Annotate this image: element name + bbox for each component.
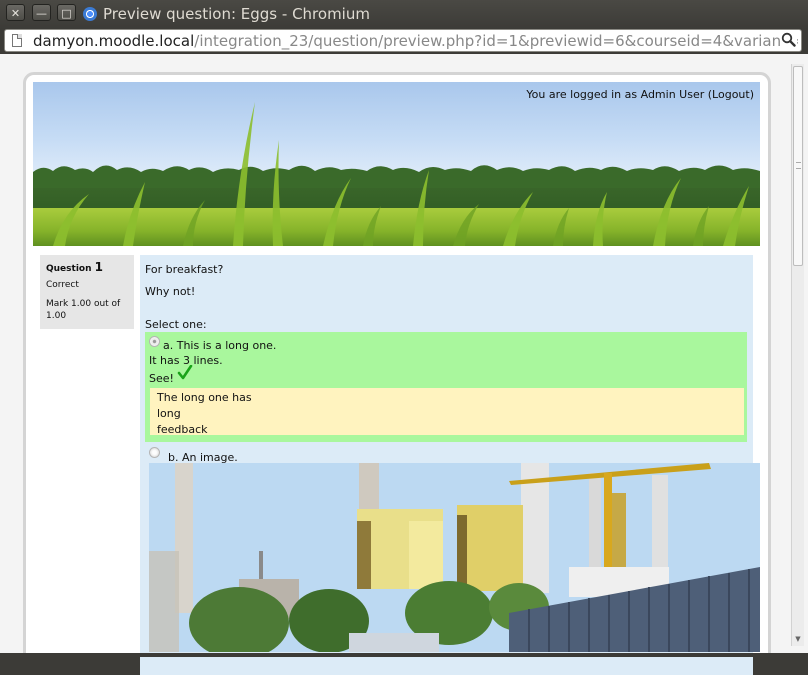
logout-link[interactable]: (Logout)	[708, 88, 754, 101]
window-titlebar: ✕ — □ Preview question: Eggs - Chromium	[0, 0, 808, 29]
question-text: For breakfast?	[145, 263, 224, 276]
select-one-prompt: Select one:	[145, 318, 207, 331]
address-bar[interactable]: damyon.moodle.local/integration_23/quest…	[4, 29, 802, 52]
scroll-down-arrow-icon[interactable]: ▼	[793, 634, 803, 644]
feedback-line-2: long	[157, 407, 181, 420]
chromium-icon	[83, 7, 97, 21]
answer-b-image	[149, 463, 760, 652]
window-title: Preview question: Eggs - Chromium	[103, 5, 370, 23]
header-banner: You are logged in as Admin User (Logout)	[33, 82, 760, 246]
question-info-panel: Question 1 Correct Mark 1.00 out of 1.00	[40, 255, 134, 329]
window-bottom-border	[0, 653, 808, 657]
maximize-icon: □	[61, 7, 72, 20]
tick-glyph	[177, 364, 193, 380]
login-status-text: You are logged in as Admin User	[526, 88, 705, 101]
question-label: Question	[46, 264, 92, 274]
question-grade: Mark 1.00 out of 1.00	[46, 299, 121, 321]
feedback-line-1: The long one has	[157, 391, 252, 404]
question-number: 1	[94, 260, 103, 274]
scrollbar-thumb[interactable]	[793, 66, 803, 266]
magnifier-glyph	[781, 32, 796, 47]
url-host: damyon.moodle.local	[33, 32, 195, 50]
answer-a-label[interactable]: a. This is a long one.	[163, 339, 276, 352]
answer-option-a[interactable]: a. This is a long one. It has 3 lines. S…	[145, 332, 747, 442]
answer-a-line-3: See!	[149, 372, 174, 385]
vertical-scrollbar[interactable]: ▼	[791, 64, 804, 646]
question-title: Question 1	[46, 260, 128, 276]
page-icon	[12, 34, 22, 47]
question-subtext: Why not!	[145, 285, 196, 298]
browser-toolbar: damyon.moodle.local/integration_23/quest…	[0, 29, 808, 54]
close-icon: ✕	[10, 7, 21, 20]
url-path: /integration_23/question/preview.php?id=…	[194, 32, 801, 50]
minimize-window-button[interactable]: —	[32, 4, 51, 21]
answer-b-radio[interactable]	[149, 447, 160, 458]
answer-a-feedback: The long one has long feedback	[150, 388, 744, 436]
close-window-button[interactable]: ✕	[6, 4, 25, 21]
correct-tick-icon	[177, 364, 193, 381]
login-info: You are logged in as Admin User (Logout)	[526, 88, 754, 101]
maximize-window-button[interactable]: □	[57, 4, 76, 21]
magnifier-icon[interactable]	[780, 32, 797, 49]
grass-blades	[53, 102, 749, 246]
minimize-icon: —	[36, 7, 47, 20]
answer-a-radio[interactable]	[149, 336, 160, 347]
url-text[interactable]: damyon.moodle.local/integration_23/quest…	[33, 32, 801, 50]
power-plant-picture	[149, 463, 760, 652]
feedback-line-3: feedback	[157, 423, 208, 436]
question-state: Correct	[46, 280, 79, 290]
